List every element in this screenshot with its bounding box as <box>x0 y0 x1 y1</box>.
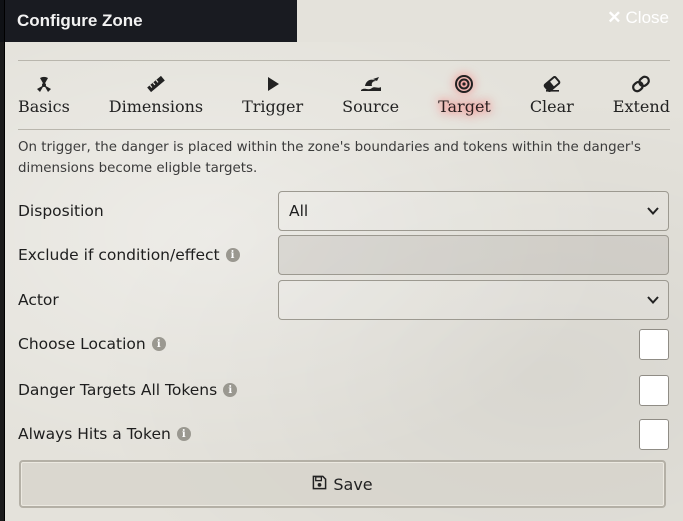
always-hits-label: Always Hits a Token i <box>18 425 191 443</box>
always-hits-row: Always Hits a Token i <box>18 418 670 450</box>
disposition-value: All <box>289 202 309 220</box>
actor-label-text: Actor <box>18 291 59 309</box>
tab-source[interactable]: Source <box>342 61 399 129</box>
tab-target[interactable]: Target <box>438 61 491 129</box>
ruler-icon <box>146 73 166 95</box>
info-icon[interactable]: i <box>151 337 166 351</box>
choose-location-row: Choose Location i <box>18 328 670 360</box>
configure-zone-dialog: Configure Zone Basics Dimensions Trigger… <box>4 0 683 521</box>
radiation-icon <box>35 73 53 95</box>
chevron-down-icon <box>646 204 660 222</box>
exclude-label-text: Exclude if condition/effect <box>18 246 220 264</box>
disposition-select[interactable]: All <box>278 191 669 231</box>
eraser-icon <box>542 73 562 95</box>
close-label: Close <box>625 8 669 27</box>
wave-icon <box>359 73 383 95</box>
chevron-down-icon <box>646 293 660 311</box>
dialog-title: Configure Zone <box>17 11 143 30</box>
disposition-label: Disposition <box>18 202 104 220</box>
danger-targets-all-label: Danger Targets All Tokens i <box>18 381 238 399</box>
save-icon <box>312 475 327 494</box>
dialog-titlebar[interactable]: Configure Zone <box>5 0 297 42</box>
actor-select[interactable] <box>278 280 669 320</box>
danger-targets-all-label-text: Danger Targets All Tokens <box>18 381 218 399</box>
save-button[interactable]: Save <box>19 460 666 508</box>
play-icon <box>265 73 281 95</box>
tab-label: Trigger <box>242 97 304 116</box>
tab-bar: Basics Dimensions Trigger Source Target <box>18 60 670 130</box>
disposition-row: Disposition All <box>18 191 670 231</box>
tab-trigger[interactable]: Trigger <box>242 61 303 129</box>
tab-dimensions[interactable]: Dimensions <box>109 61 203 129</box>
exclude-condition-input[interactable] <box>278 235 669 275</box>
actor-label: Actor <box>18 291 59 309</box>
danger-targets-all-row: Danger Targets All Tokens i <box>18 374 670 406</box>
tab-clear[interactable]: Clear <box>530 61 574 129</box>
choose-location-label: Choose Location i <box>18 335 166 353</box>
exclude-label: Exclude if condition/effect i <box>18 246 240 264</box>
info-icon[interactable]: i <box>176 427 191 441</box>
actor-row: Actor <box>18 280 670 320</box>
info-icon[interactable]: i <box>225 248 240 262</box>
tab-label: Basics <box>18 97 70 116</box>
info-icon[interactable]: i <box>223 383 238 397</box>
tab-label: Target <box>438 97 491 116</box>
tab-basics[interactable]: Basics <box>18 61 70 129</box>
tab-extend[interactable]: Extend <box>613 61 670 129</box>
tab-label: Extend <box>612 97 670 116</box>
choose-location-checkbox[interactable] <box>639 329 669 360</box>
choose-location-label-text: Choose Location <box>18 335 146 353</box>
always-hits-label-text: Always Hits a Token <box>18 425 171 443</box>
tab-label: Clear <box>529 97 574 116</box>
exclude-row: Exclude if condition/effect i <box>18 235 670 275</box>
danger-targets-all-checkbox[interactable] <box>639 375 669 406</box>
disposition-label-text: Disposition <box>18 202 104 220</box>
tab-label: Dimensions <box>108 97 204 116</box>
tab-label: Source <box>342 97 400 116</box>
bullseye-icon <box>454 73 474 95</box>
link-icon <box>630 73 652 95</box>
always-hits-checkbox[interactable] <box>639 419 669 450</box>
close-button[interactable]: ✕ Close <box>607 8 669 28</box>
close-icon: ✕ <box>607 8 622 27</box>
target-description: On trigger, the danger is placed within … <box>18 140 642 176</box>
save-label: Save <box>333 474 373 494</box>
